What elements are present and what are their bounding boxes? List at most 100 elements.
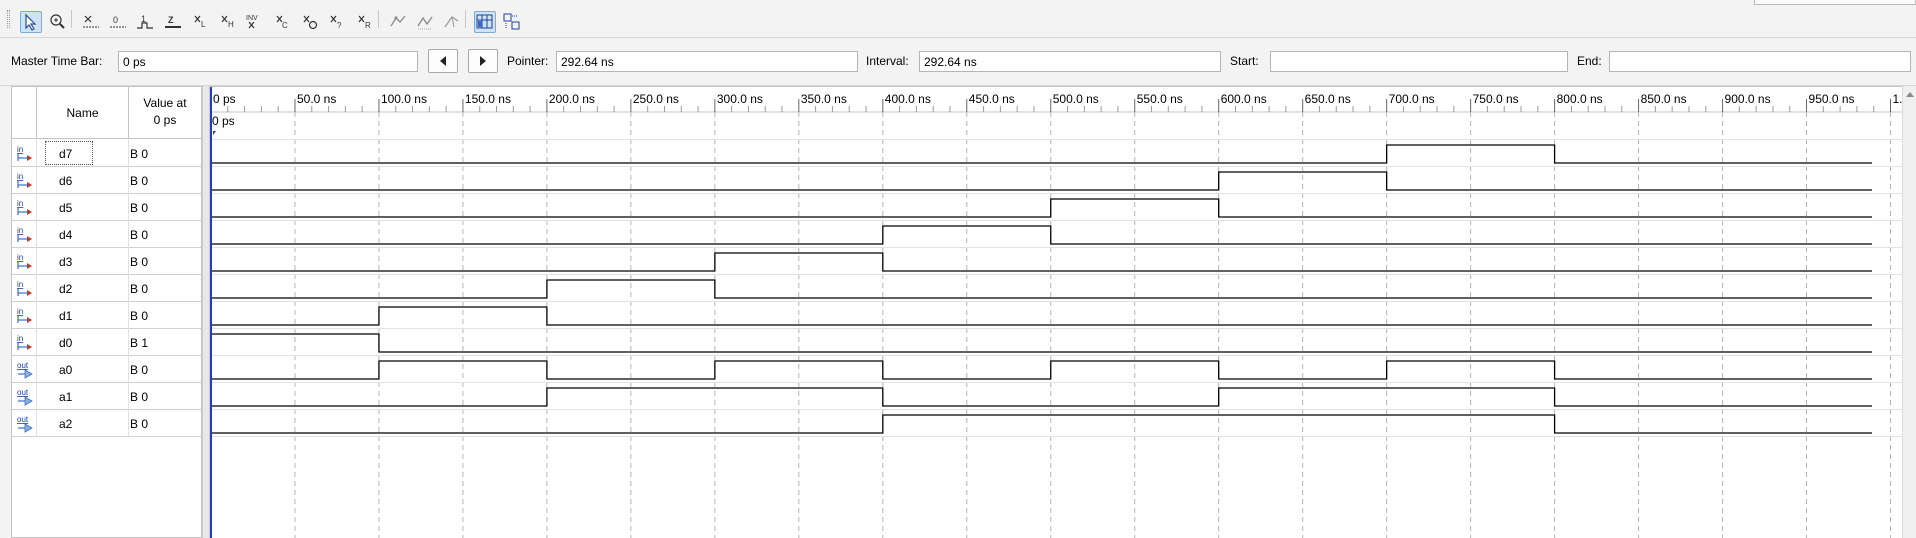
zoom-button[interactable]: [47, 11, 69, 33]
invert-icon: INV: [246, 15, 258, 29]
force-weak-low-button[interactable]: L: [190, 11, 212, 33]
waveform-trace-d6: [211, 171, 1872, 191]
name-cell: [36, 167, 129, 194]
output-pin-icon: out: [17, 415, 33, 433]
interval-field[interactable]: 292.64 ns: [919, 51, 1221, 72]
signal-row[interactable]: in d2 B 0: [12, 275, 201, 302]
svg-text:?: ?: [337, 21, 342, 30]
invert-button[interactable]: INV: [244, 11, 266, 33]
name-cell: [36, 194, 129, 221]
input-pin-icon: in: [17, 172, 32, 188]
waveform-trace-d0: [211, 333, 1872, 353]
vertical-scrollbar[interactable]: [1902, 86, 1916, 538]
waveform-canvas[interactable]: 0 ps 50.0 ns 100.0 ns 150.0 ns 200.0 ns 250.0…: [210, 87, 1902, 538]
time-tick-label: 550.0 ns: [1137, 92, 1183, 106]
start-field[interactable]: [1270, 51, 1568, 72]
signal-value: B 0: [130, 282, 149, 296]
signal-name: a0: [59, 363, 73, 377]
waveform-panel[interactable]: 0 ps 50.0 ns 100.0 ns 150.0 ns 200.0 ns 250.0…: [210, 86, 1902, 538]
waveform-trace-d3: [211, 252, 1872, 272]
signal-row[interactable]: in d1 B 0: [12, 302, 201, 329]
svg-text:in: in: [17, 253, 23, 262]
selection-pointer-button[interactable]: [20, 11, 42, 33]
snap-transitions-button[interactable]: [387, 11, 409, 33]
next-transition-button[interactable]: [468, 49, 498, 73]
force-unknown-button[interactable]: [80, 11, 102, 33]
toolbar-grip[interactable]: [7, 10, 10, 28]
signal-row[interactable]: out a0 B 0: [12, 356, 201, 383]
group-nodes-button[interactable]: [501, 11, 523, 33]
force-weak-high-button[interactable]: H: [217, 11, 239, 33]
pointer-field[interactable]: 292.64 ns: [556, 51, 858, 72]
time-tick-label: 650.0 ns: [1305, 92, 1351, 106]
signal-name: d0: [59, 336, 73, 350]
signal-row[interactable]: out a1 B 0: [12, 383, 201, 410]
random-value-button[interactable]: R: [354, 11, 376, 33]
signal-row[interactable]: in d5 B 0: [12, 194, 201, 221]
end-field[interactable]: [1609, 51, 1911, 72]
master-time-bar-field[interactable]: 0 ps: [118, 51, 418, 72]
master-time-bar-marker-label: 0 ps: [212, 114, 235, 128]
time-tick-label: 50.0 ns: [297, 92, 336, 106]
overwrite-clock-button[interactable]: [299, 11, 321, 33]
name-cell: [36, 275, 129, 302]
arrow-left-icon: [440, 56, 446, 66]
time-tick-label: 450.0 ns: [969, 92, 1015, 106]
signal-row[interactable]: out a2 B 0: [12, 410, 201, 437]
arrow-right-icon: [480, 56, 486, 66]
arbitrary-value-button[interactable]: ?: [326, 11, 348, 33]
signal-row[interactable]: in d7 B 0: [12, 140, 201, 167]
signal-value: B 0: [130, 174, 149, 188]
force-high-impedance-icon: Z: [165, 15, 181, 28]
scroll-up-icon[interactable]: [1906, 92, 1914, 97]
name-cell: [36, 356, 129, 383]
overwrite-clock-icon: [303, 15, 318, 30]
previous-transition-button[interactable]: [428, 49, 458, 73]
value-column-header[interactable]: Value at 0 ps: [129, 95, 201, 129]
search-box-edge[interactable]: [1754, 0, 1916, 5]
time-tick-label: 900.0 ns: [1725, 92, 1771, 106]
snap-to-grid-button[interactable]: [414, 11, 436, 33]
force-low-icon: 0: [110, 15, 126, 28]
signal-row[interactable]: in d6 B 0: [12, 167, 201, 194]
time-tick-label: 750.0 ns: [1473, 92, 1519, 106]
input-pin-icon: in: [17, 253, 32, 269]
panel-splitter[interactable]: [202, 86, 210, 538]
snap-to-grid-icon: [417, 16, 433, 30]
svg-text:out: out: [17, 388, 29, 397]
count-value-button[interactable]: C: [272, 11, 294, 33]
show-grid-icon: [476, 14, 493, 29]
time-tick-label: 700.0 ns: [1389, 92, 1435, 106]
selection-pointer-icon: [25, 13, 37, 31]
signal-name: d5: [59, 201, 73, 215]
time-tick-label: 300.0 ns: [717, 92, 763, 106]
count-value-icon: C: [276, 15, 288, 30]
edit-bus-icon: [444, 16, 459, 28]
signal-row[interactable]: in d0 B 1: [12, 329, 201, 356]
force-low-button[interactable]: 0: [107, 11, 129, 33]
edit-bus-button[interactable]: [441, 11, 463, 33]
waveform-trace-a2: [211, 414, 1872, 434]
name-cell: [36, 410, 129, 437]
svg-text:in: in: [17, 199, 23, 208]
show-grid-button[interactable]: [474, 11, 496, 33]
force-high-impedance-button[interactable]: Z: [162, 11, 184, 33]
signal-value: B 0: [130, 147, 149, 161]
signal-value: B 0: [130, 309, 149, 323]
name-column-header[interactable]: Name: [36, 87, 129, 139]
svg-text:in: in: [17, 226, 23, 235]
waveform-trace-a1: [211, 387, 1872, 407]
signal-list-panel: Name Value at 0 ps in d7 B 0 in d6 B 0 in d5 B 0…: [11, 86, 202, 538]
time-tick-label: 1.0 us: [1893, 92, 1903, 106]
signal-row[interactable]: in d4 B 0: [12, 221, 201, 248]
svg-text:in: in: [17, 172, 23, 181]
signal-row[interactable]: in d3 B 0: [12, 248, 201, 275]
time-tick-label: 350.0 ns: [801, 92, 847, 106]
end-label: End:: [1577, 54, 1602, 68]
force-high-button[interactable]: 1: [134, 11, 156, 33]
input-pin-icon: in: [17, 199, 32, 215]
waveform-trace-d7: [211, 144, 1872, 164]
signal-name: d6: [59, 174, 73, 188]
value-column-header-line1: Value at: [143, 96, 187, 110]
svg-text:out: out: [17, 361, 29, 370]
